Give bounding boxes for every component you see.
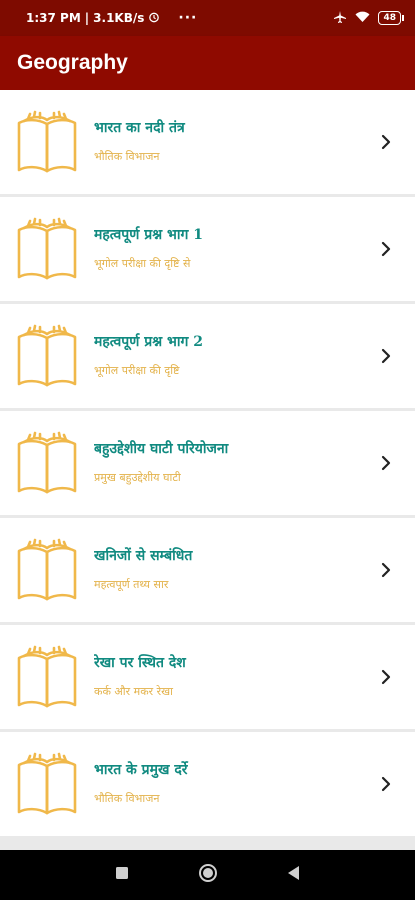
item-title: भारत के प्रमुख दर्रे [94, 762, 188, 778]
open-book-icon [16, 431, 78, 497]
wifi-icon [355, 11, 370, 26]
chevron-right-icon[interactable] [381, 348, 391, 364]
item-texts: खनिजों से सम्बंधित महत्वपूर्ण तथ्य सार [94, 546, 365, 592]
list-item[interactable]: महत्वपूर्ण प्रश्न भाग 1 भूगोल परीक्षा की… [0, 197, 415, 301]
list-item[interactable]: बहुउद्देशीय घाटी परियोजना प्रमुख बहुउद्द… [0, 411, 415, 515]
chevron-right-icon[interactable] [381, 669, 391, 685]
item-texts: रेखा पर स्थित देश कर्क और मकर रेखा [94, 653, 365, 699]
item-texts: भारत के प्रमुख दर्रे भौतिक विभाजन [94, 760, 365, 806]
item-texts: महत्वपूर्ण प्रश्न भाग 2 भूगोल परीक्षा की… [94, 332, 365, 378]
open-book-icon [16, 324, 78, 390]
recent-apps-button[interactable] [115, 865, 129, 884]
list-item[interactable]: भारत का नदी तंत्र भौतिक विभाजन [0, 90, 415, 194]
item-title: महत्वपूर्ण प्रश्न भाग 1 [94, 227, 203, 243]
item-title: खनिजों से सम्बंधित [94, 548, 193, 564]
chevron-right-icon[interactable] [381, 455, 391, 471]
alarm-icon [148, 11, 160, 26]
status-time: 1:37 PM [26, 11, 81, 25]
open-book-icon [16, 645, 78, 711]
open-book-icon [16, 538, 78, 604]
open-book-icon [16, 110, 78, 176]
status-bar: 1:37 PM | 3.1KB/s ··· 48 [0, 0, 415, 36]
status-left: 1:37 PM | 3.1KB/s ··· [26, 10, 197, 26]
chevron-right-icon[interactable] [381, 134, 391, 150]
battery-icon: 48 [378, 11, 404, 25]
list-item[interactable]: खनिजों से सम्बंधित महत्वपूर्ण तथ्य सार [0, 518, 415, 622]
item-subtitle: प्रमुख बहुउद्देशीय घाटी [94, 471, 181, 484]
chevron-right-icon[interactable] [381, 776, 391, 792]
page-title: Geography [17, 51, 128, 74]
item-subtitle: भूगोल परीक्षा की दृष्टि [94, 364, 180, 377]
item-subtitle: महत्वपूर्ण तथ्य सार [94, 578, 169, 591]
item-texts: महत्वपूर्ण प्रश्न भाग 1 भूगोल परीक्षा की… [94, 225, 365, 271]
item-subtitle: कर्क और मकर रेखा [94, 685, 174, 698]
list-item[interactable]: रेखा पर स्थित देश कर्क और मकर रेखा [0, 625, 415, 729]
item-texts: बहुउद्देशीय घाटी परियोजना प्रमुख बहुउद्द… [94, 439, 365, 485]
item-subtitle: भूगोल परीक्षा की दृष्टि से [94, 257, 191, 270]
app-bar: Geography [0, 36, 415, 90]
status-separator: | [84, 11, 90, 25]
back-button[interactable] [287, 865, 301, 885]
airplane-icon [333, 10, 347, 27]
item-title: महत्वपूर्ण प्रश्न भाग 2 [94, 334, 203, 350]
status-right: 48 [333, 10, 404, 27]
item-title: भारत का नदी तंत्र [94, 120, 185, 136]
item-subtitle: भौतिक विभाजन [94, 150, 160, 163]
chevron-right-icon[interactable] [381, 562, 391, 578]
open-book-icon [16, 752, 78, 818]
chevron-right-icon[interactable] [381, 241, 391, 257]
status-network-speed: 3.1KB/s [93, 11, 145, 25]
item-title: रेखा पर स्थित देश [94, 655, 186, 671]
open-book-icon [16, 217, 78, 283]
item-subtitle: भौतिक विभाजन [94, 792, 160, 805]
home-button[interactable] [198, 863, 218, 887]
item-texts: भारत का नदी तंत्र भौतिक विभाजन [94, 118, 365, 164]
item-title: बहुउद्देशीय घाटी परियोजना [94, 441, 229, 457]
system-nav-bar [0, 850, 415, 900]
list-item[interactable]: भारत के प्रमुख दर्रे भौतिक विभाजन [0, 732, 415, 836]
more-notifications-icon: ··· [178, 10, 198, 26]
chapter-list[interactable]: भारत का नदी तंत्र भौतिक विभाजन महत्वपूर्… [0, 90, 415, 850]
list-item[interactable]: महत्वपूर्ण प्रश्न भाग 2 भूगोल परीक्षा की… [0, 304, 415, 408]
